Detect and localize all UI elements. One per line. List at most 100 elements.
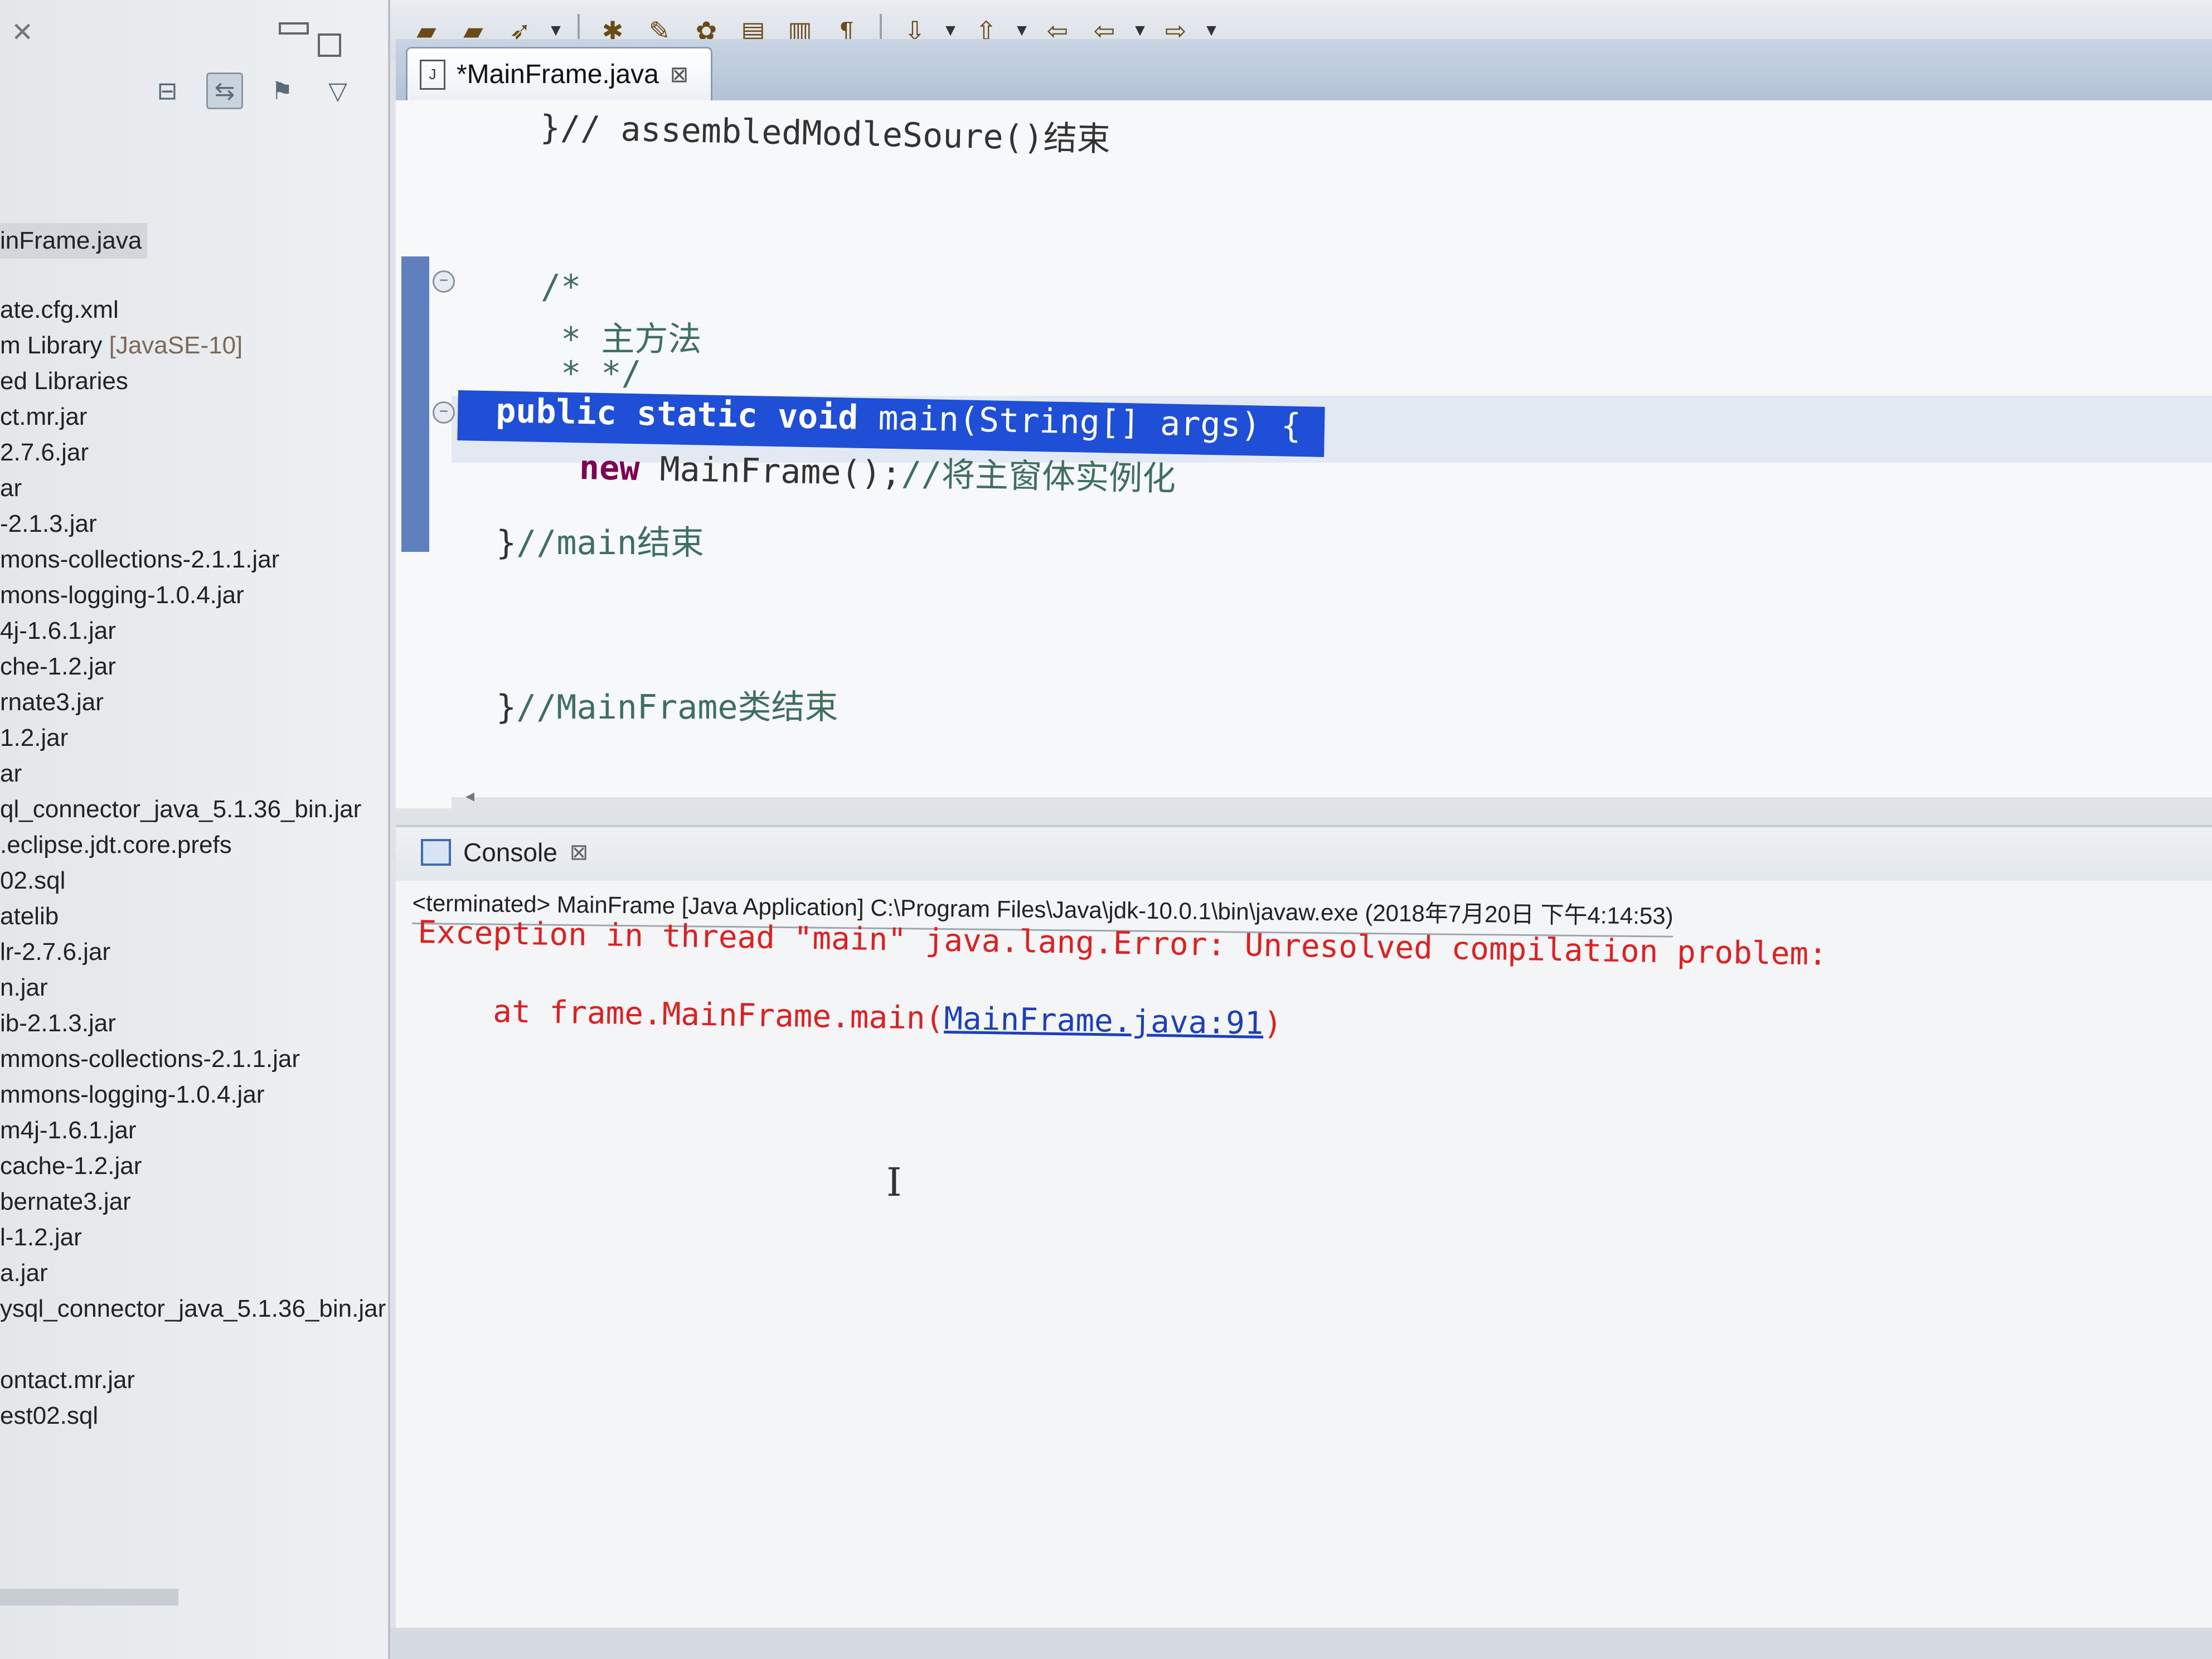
code-text: } [496, 688, 517, 727]
scroll-left-icon[interactable]: ◂ [465, 785, 474, 806]
tree-item[interactable]: l-1.2.jar [0, 1220, 390, 1255]
chevron-down-icon[interactable]: ▼ [942, 21, 959, 40]
maximize-icon[interactable] [318, 33, 341, 57]
chevron-down-icon[interactable]: ▼ [1013, 21, 1030, 40]
tree-item[interactable]: bernate3.jar [0, 1184, 390, 1220]
tree-item[interactable]: a.jar [0, 1255, 390, 1291]
tree-item-label: lr-2.7.6.jar [0, 938, 111, 966]
tree-item[interactable]: ed Libraries [0, 363, 390, 399]
tree-item[interactable]: cache-1.2.jar [0, 1148, 390, 1184]
status-bar [390, 1628, 2212, 1659]
tree-item[interactable]: mons-collections-2.1.1.jar [0, 542, 390, 578]
package-explorer: ✕ ⊟ ⇆ ⚑ ▽ inFrame.java ate.cfg.xml m Libra… [0, 0, 390, 1659]
focus-icon[interactable]: ⚑ [265, 74, 299, 108]
tree-item-label: mmons-collections-2.1.1.jar [0, 1045, 300, 1073]
tree-item[interactable]: ib-2.1.3.jar [0, 1006, 390, 1041]
fold-collapse-icon[interactable]: − [433, 270, 455, 293]
code-comment: * 主方法 [541, 320, 702, 359]
tree-item-label: inFrame.java [0, 223, 148, 259]
code-comment: /* [541, 268, 581, 307]
tree-item[interactable]: mons-logging-1.0.4.jar [0, 578, 390, 613]
tree-item-label: cache-1.2.jar [0, 1152, 142, 1180]
explorer-scrollbar[interactable] [0, 1589, 178, 1605]
minimize-icon[interactable] [279, 22, 309, 35]
tree-item-label: che-1.2.jar [0, 653, 116, 680]
tree-item-label: ed Libraries [0, 367, 128, 395]
tree-item[interactable]: mmons-logging-1.0.4.jar [0, 1077, 390, 1113]
fold-collapse-icon[interactable]: − [433, 401, 455, 424]
tree-item[interactable]: 4j-1.6.1.jar [0, 613, 390, 649]
link-with-editor-icon[interactable]: ⇆ [206, 72, 243, 109]
code-line: }//MainFrame类结束 [496, 680, 838, 729]
tree-item[interactable]: n.jar [0, 970, 390, 1006]
text-cursor-icon: I [886, 1160, 902, 1205]
console-view-header: Console ⊠ [396, 825, 2212, 883]
tab-title: *MainFrame.java [457, 60, 659, 89]
code-line: /* [541, 268, 581, 307]
chevron-down-icon[interactable]: ▼ [547, 21, 564, 40]
project-tree: inFrame.java ate.cfg.xml m Library [JavaSE… [0, 223, 390, 1434]
tree-item[interactable]: mmons-collections-2.1.1.jar [0, 1041, 390, 1077]
console-icon [421, 839, 451, 866]
tree-item[interactable] [0, 1327, 390, 1362]
tree-item[interactable]: .eclipse.jdt.core.prefs [0, 827, 390, 863]
close-icon[interactable]: ⊠ [670, 62, 689, 88]
code-comment: //main结束 [516, 523, 704, 562]
tree-item-label: ar [0, 760, 22, 787]
tree-item[interactable]: 2.7.6.jar [0, 435, 390, 470]
code-keyword: public static void [495, 391, 879, 438]
editor-horizontal-scrollbar[interactable] [452, 797, 2212, 808]
chevron-down-icon[interactable]: ▼ [1132, 21, 1148, 40]
tree-item-label: bernate3.jar [0, 1188, 131, 1215]
code-keyword: new [579, 448, 661, 489]
collapse-all-icon[interactable]: ⊟ [151, 74, 184, 108]
tree-item[interactable]: che-1.2.jar [0, 649, 390, 685]
tree-item[interactable]: est02.sql [0, 1398, 390, 1434]
tree-item[interactable]: inFrame.java [0, 223, 390, 259]
tree-item-label: 1.2.jar [0, 724, 69, 751]
tree-item[interactable]: ct.mr.jar [0, 399, 390, 435]
code-text: MainFrame(); [659, 449, 902, 494]
view-menu-icon[interactable]: ▽ [321, 74, 355, 108]
tree-item[interactable]: ysql_connector_java_5.1.36_bin.jar [0, 1291, 390, 1327]
code-editor[interactable]: − − }// assembledModleSoure()结束 /* * 主方法… [396, 100, 2212, 808]
tree-item[interactable]: 1.2.jar [0, 720, 390, 756]
tree-item[interactable]: ar [0, 756, 390, 792]
tree-item[interactable]: atelib [0, 899, 390, 934]
tree-item[interactable]: -2.1.3.jar [0, 506, 390, 542]
tree-item-label: mmons-logging-1.0.4.jar [0, 1081, 265, 1108]
tree-item-suffix: [JavaSE-10] [109, 332, 243, 359]
tree-item[interactable]: ate.cfg.xml [0, 292, 390, 328]
tree-item[interactable]: ontact.mr.jar [0, 1362, 390, 1398]
tree-item-label: ql_connector_java_5.1.36_bin.jar [0, 795, 362, 823]
tree-item-label: m4j-1.6.1.jar [0, 1117, 137, 1144]
close-icon[interactable]: ✕ [11, 17, 33, 48]
tree-item-label: 4j-1.6.1.jar [0, 617, 116, 644]
code-comment: //MainFrame类结束 [516, 688, 838, 727]
code-line: }// assembledModleSoure()结束 [540, 100, 1111, 161]
code-text: }// assembledModleSoure()结束 [540, 108, 1111, 159]
tab-mainframe-java[interactable]: J *MainFrame.java ⊠ [406, 47, 712, 100]
tree-item[interactable]: ql_connector_java_5.1.36_bin.jar [0, 792, 390, 827]
tree-item[interactable]: m4j-1.6.1.jar [0, 1113, 390, 1148]
tree-item-label: n.jar [0, 974, 48, 1001]
chevron-down-icon[interactable]: ▼ [1203, 21, 1220, 40]
source-link[interactable]: MainFrame.java:91 [944, 1001, 1264, 1042]
close-icon[interactable]: ⊠ [570, 840, 589, 865]
java-file-icon: J [420, 59, 445, 90]
code-comment: //将主窗体实例化 [901, 454, 1176, 499]
stack-trace-text: ) [1263, 1005, 1283, 1042]
tree-item-label: l-1.2.jar [0, 1224, 82, 1251]
tree-item[interactable]: m Library [JavaSE-10] [0, 328, 390, 363]
tree-item-label: mons-logging-1.0.4.jar [0, 581, 244, 609]
stack-trace-text: at frame.MainFrame.main( [417, 992, 944, 1037]
console-output[interactable]: <terminated> MainFrame [Java Application… [396, 881, 2212, 1659]
tree-item-label: m Library [0, 332, 109, 359]
tree-item[interactable]: ar [0, 470, 390, 506]
explorer-toolbar: ⊟ ⇆ ⚑ ▽ [151, 72, 355, 109]
tree-item-label: ar [0, 474, 22, 502]
tree-item[interactable]: 02.sql [0, 863, 390, 899]
tree-item[interactable]: rnate3.jar [0, 685, 390, 720]
tree-item[interactable]: lr-2.7.6.jar [0, 934, 390, 970]
tab-console[interactable]: Console ⊠ [421, 837, 588, 867]
